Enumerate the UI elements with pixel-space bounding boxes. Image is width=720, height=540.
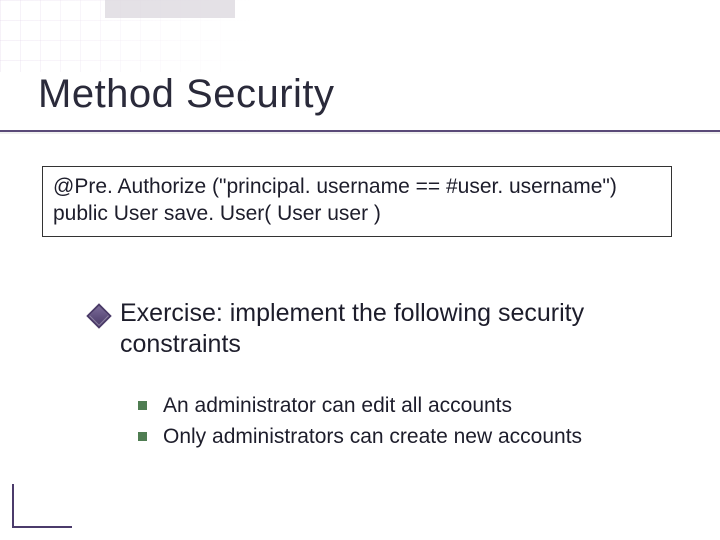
diamond-bullet-icon: [86, 303, 111, 328]
list-item-text: An administrator can edit all accounts: [163, 392, 512, 419]
list-item: An administrator can edit all accounts: [138, 392, 660, 419]
list-item-text: Only administrators can create new accou…: [163, 423, 582, 450]
slide: Method Security @Pre. Authorize ("princi…: [0, 0, 720, 540]
exercise-block: Exercise: implement the following securi…: [90, 298, 680, 361]
title-underline: [0, 130, 720, 132]
code-box: @Pre. Authorize ("principal. username ==…: [42, 166, 672, 237]
square-bullet-icon: [138, 432, 147, 441]
square-bullet-icon: [138, 401, 147, 410]
corner-decoration-horizontal: [12, 526, 72, 528]
code-line-1: @Pre. Authorize ("principal. username ==…: [53, 173, 661, 200]
top-tab-decoration: [105, 0, 235, 18]
code-line-2: public User save. User( User user ): [53, 200, 661, 227]
corner-decoration-vertical: [12, 484, 14, 528]
exercise-heading: Exercise: implement the following securi…: [120, 298, 680, 361]
list-item: Only administrators can create new accou…: [138, 423, 660, 450]
slide-title: Method Security: [38, 72, 335, 117]
exercise-row: Exercise: implement the following securi…: [90, 298, 680, 361]
exercise-sub-list: An administrator can edit all accounts O…: [138, 392, 660, 455]
